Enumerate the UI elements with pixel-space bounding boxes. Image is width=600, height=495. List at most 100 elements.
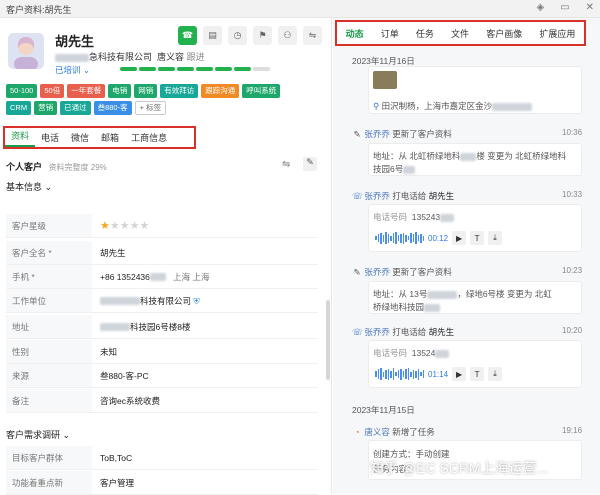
phone-label: 电话号码 xyxy=(373,212,408,222)
field-label: 手机 * xyxy=(6,265,92,288)
detail-text: 楼 变更为 北虹桥绿地科 xyxy=(476,151,567,161)
owner-name[interactable]: 唐义容 xyxy=(157,52,184,62)
checkin-card[interactable]: ⚲ 田沢制杨，上海市嘉定区金沙 xyxy=(368,66,582,114)
download-icon[interactable]: ⤓ xyxy=(488,367,503,381)
tab-profile[interactable]: 资料 xyxy=(5,129,36,147)
phone-icon[interactable]: ☎ xyxy=(178,26,197,45)
phone-value[interactable]: +86 1352436 上海 上海 xyxy=(92,271,209,283)
audio-duration: 00:12 xyxy=(428,233,449,243)
redacted-text xyxy=(440,213,455,222)
call-target[interactable]: 胡先生 xyxy=(429,327,455,337)
redacted-text xyxy=(55,53,89,62)
tab-phone[interactable]: 电话 xyxy=(35,131,65,144)
phone-line: 电话号码 13524 xyxy=(373,347,450,359)
tab-extensions[interactable]: 扩展应用 xyxy=(539,27,575,40)
star-rating[interactable]: ★★★★★ xyxy=(92,219,149,232)
star-icon[interactable]: ★ xyxy=(120,220,130,232)
actor[interactable]: 唐义容 xyxy=(364,427,390,437)
field-label: 工作单位 xyxy=(6,289,92,312)
tag[interactable]: 50倍 xyxy=(40,84,65,98)
call-target[interactable]: 胡先生 xyxy=(429,191,455,201)
timeline-event: ✎ 张乔乔 更新了客户资料 xyxy=(352,128,451,140)
tag[interactable]: 跟踪沟通 xyxy=(201,84,240,98)
redacted-text xyxy=(427,290,458,299)
training-status[interactable]: 已培训 ⌄ xyxy=(55,64,90,76)
actor[interactable]: 张乔乔 xyxy=(364,327,390,337)
message-icon[interactable]: ▤ xyxy=(203,26,222,45)
star-icon[interactable]: ★ xyxy=(140,220,150,232)
tag[interactable]: 电销 xyxy=(108,84,132,98)
basic-info-header[interactable]: 基本信息 ⌄ xyxy=(6,180,52,193)
field-value[interactable]: 客户管理 xyxy=(92,477,134,489)
scrollbar[interactable] xyxy=(326,300,330,380)
tag[interactable]: 营销 xyxy=(34,101,58,115)
stage-segment xyxy=(177,67,194,71)
update-detail: 地址：从 北虹桥绿地科 楼 变更为 北虹桥绿地科 xyxy=(373,150,566,162)
tab-business-info[interactable]: 工商信息 xyxy=(125,131,173,144)
tab-orders[interactable]: 订单 xyxy=(381,27,399,40)
field-value[interactable]: 胡先生 xyxy=(92,247,126,259)
profile-type: 个人客户 xyxy=(6,162,43,172)
download-icon[interactable]: ⤓ xyxy=(488,231,503,245)
tag[interactable]: 呼叫系统 xyxy=(242,84,281,98)
transcribe-icon[interactable]: T xyxy=(470,231,485,245)
event-action: 打电话给 xyxy=(392,191,427,201)
clock-icon[interactable]: ◷ xyxy=(228,26,247,45)
close-icon[interactable]: ✕ xyxy=(586,2,594,13)
call-card: 电话号码 13524 01:14 ▶ T ⤓ xyxy=(368,340,582,388)
actor[interactable]: 张乔乔 xyxy=(364,191,390,201)
tag[interactable]: 有效拜访 xyxy=(160,84,199,98)
detail-tabs: 资料 电话 微信 邮箱 工商信息 xyxy=(3,126,196,149)
tag[interactable]: 一年套餐 xyxy=(67,84,106,98)
settings-icon[interactable]: ⇋ xyxy=(282,159,290,170)
event-time: 19:16 xyxy=(562,426,583,435)
phone-location: 上海 上海 xyxy=(172,271,210,282)
avatar xyxy=(8,33,44,69)
tab-wechat[interactable]: 微信 xyxy=(65,131,95,144)
tab-tasks[interactable]: 任务 xyxy=(416,27,434,40)
star-icon[interactable]: ★ xyxy=(100,220,110,232)
waveform xyxy=(375,368,424,380)
transfer-icon[interactable]: ⇋ xyxy=(303,26,322,45)
window-controls: ◈ ▭ ✕ xyxy=(536,2,594,13)
redacted-text xyxy=(100,297,140,306)
tab-files[interactable]: 文件 xyxy=(451,27,469,40)
add-tag-button[interactable]: + 标签 xyxy=(134,101,167,115)
call-card: 电话号码 135243 00:12 ▶ T ⤓ xyxy=(368,204,582,252)
tab-activity[interactable]: 动态 xyxy=(346,27,364,40)
refresh-icon[interactable]: ◈ xyxy=(536,2,544,13)
field-row: 来源 叁880-客-PC xyxy=(6,364,318,388)
tag[interactable]: 网销 xyxy=(134,84,158,98)
play-icon[interactable]: ▶ xyxy=(452,367,467,381)
add-contact-icon[interactable]: ⚇ xyxy=(278,26,297,45)
field-row: 目标客户群体 ToB,ToC xyxy=(6,446,318,470)
field-row: 手机 * +86 1352436 上海 上海 xyxy=(6,265,318,289)
redacted-text xyxy=(424,303,441,312)
company-value[interactable]: 科技有限公司 ⛨ xyxy=(92,295,200,307)
tag[interactable]: 50-100 xyxy=(6,84,38,98)
tag[interactable]: CRM xyxy=(6,101,32,115)
tag[interactable]: 叁880-客 xyxy=(93,101,132,115)
photo-thumbnail[interactable] xyxy=(373,71,397,89)
actor[interactable]: 张乔乔 xyxy=(364,129,390,139)
star-icon[interactable]: ★ xyxy=(110,220,120,232)
timeline-event: ☏ 张乔乔 打电话给 胡先生 xyxy=(352,190,454,202)
transcribe-icon[interactable]: T xyxy=(470,367,485,381)
star-icon[interactable]: ★ xyxy=(130,220,140,232)
field-value[interactable]: 未知 xyxy=(92,346,117,358)
edit-icon[interactable]: ✎ xyxy=(303,157,317,171)
maximize-icon[interactable]: ▭ xyxy=(560,2,569,13)
redacted-text xyxy=(460,152,477,161)
field-value[interactable]: ToB,ToC xyxy=(92,453,132,463)
survey-header[interactable]: 客户需求调研 ⌄ xyxy=(6,428,70,441)
tab-customer-portrait[interactable]: 客户画像 xyxy=(486,27,522,40)
timeline-date: 2023年11月15日 xyxy=(352,405,415,415)
address-value[interactable]: 科技园6号楼8楼 xyxy=(92,321,190,333)
actor[interactable]: 张乔乔 xyxy=(364,267,390,277)
field-value[interactable]: 咨询ec系统收费 xyxy=(92,395,160,407)
tab-email[interactable]: 邮箱 xyxy=(95,131,125,144)
play-icon[interactable]: ▶ xyxy=(452,231,467,245)
flag-icon[interactable]: ⚑ xyxy=(253,26,272,45)
field-value[interactable]: 叁880-客-PC xyxy=(92,370,149,382)
tag[interactable]: 已通过 xyxy=(60,101,91,115)
